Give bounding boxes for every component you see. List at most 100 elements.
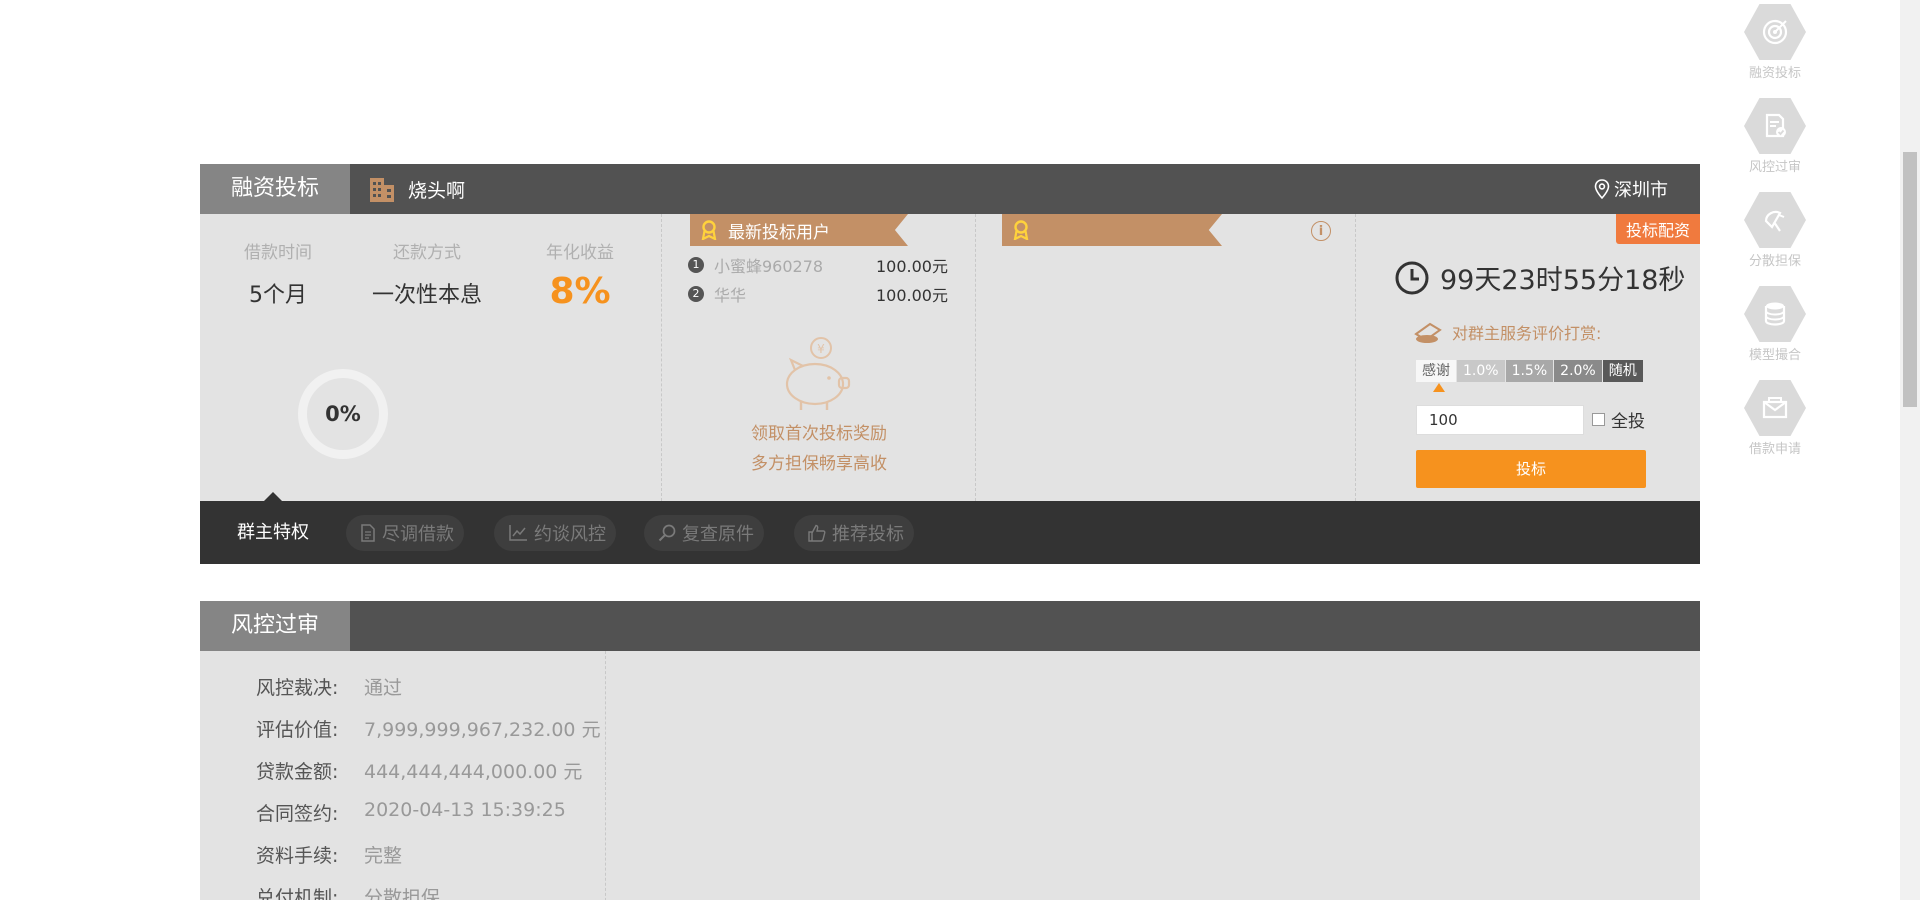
reward-line-2: 多方担保畅享高收 — [751, 454, 887, 474]
detail-key: 合同签约: — [256, 803, 339, 825]
latest-bidders: 最新投标用户 1 小蜜蜂960278 100.00元 2 华华 100.00元 — [662, 214, 976, 501]
detail-value: 完整 — [364, 845, 403, 867]
section-title: 融资投标 — [200, 164, 350, 214]
detail-value: 2020-04-13 15:39:25 — [364, 799, 566, 821]
active-tab-pointer — [264, 492, 282, 501]
reward-line-1: 领取首次投标奖励 — [751, 424, 887, 444]
map-pin-icon — [1594, 179, 1610, 199]
tab-risk-interview[interactable]: 约谈风控 — [494, 515, 616, 551]
side-nav-label: 融资投标 — [1748, 66, 1801, 81]
page: 融资投标 烧头啊 深圳市 借款时间 5个月 还款方式 一次性本息 年化收益 8%… — [0, 0, 1920, 900]
all-in-label: 全投 — [1611, 412, 1645, 432]
latest-bidders-ribbon: 最新投标用户 — [690, 214, 908, 246]
rating-options: 感谢 1.0% 1.5% 2.0% 随机 — [1416, 360, 1644, 382]
detail-key: 风控裁决: — [256, 677, 339, 699]
rating-title: 对群主服务评价打赏: — [1414, 320, 1601, 344]
reward-text: 领取首次投标奖励 多方担保畅享高收 — [662, 419, 976, 479]
bidding-body: 借款时间 5个月 还款方式 一次性本息 年化收益 8% 0% 最新投标用户 1 … — [200, 214, 1700, 501]
scrollbar-thumb[interactable] — [1903, 152, 1917, 407]
detail-row: 资料手续: 完整 — [256, 841, 402, 868]
detail-row: 评估价值: 7,999,999,967,232.00 元 — [256, 715, 601, 742]
amount-input[interactable] — [1416, 405, 1584, 435]
bid-amount: 100.00元 — [876, 285, 948, 305]
rating-option-1[interactable]: 1.0% — [1457, 360, 1505, 382]
tab-bar: 群主特权 尽调借款 约谈风控 复查原件 推荐投标 — [200, 492, 1700, 564]
bid-amount: 100.00元 — [876, 256, 948, 276]
annual-yield-label: 年化收益 — [546, 243, 614, 263]
building-icon — [370, 178, 394, 202]
tab-label: 推荐投标 — [832, 524, 904, 545]
rating-option-1-5[interactable]: 1.5% — [1505, 360, 1554, 382]
repay-method-value: 一次性本息 — [371, 283, 482, 308]
clock-icon — [1395, 261, 1429, 294]
latest-bidders-title: 最新投标用户 — [728, 222, 830, 243]
page-scrollbar[interactable] — [1900, 0, 1920, 900]
detail-row: 兑付机制: 分散担保 — [256, 883, 440, 900]
medal-icon — [701, 220, 717, 240]
tab-review-originals[interactable]: 复查原件 — [644, 515, 764, 551]
risk-review-header: 风控过审 — [200, 601, 1700, 651]
detail-value: 7,999,999,967,232.00 元 — [364, 719, 601, 741]
bidder-list: 1 小蜜蜂960278 100.00元 2 华华 100.00元 — [688, 250, 948, 308]
bidding-panel: 融资投标 烧头啊 深圳市 借款时间 5个月 还款方式 一次性本息 年化收益 8%… — [200, 164, 1700, 564]
umbrella-icon — [1744, 192, 1806, 248]
risk-review-panel: 风控过审 风控裁决: 通过 评估价值: 7,999,999,967,232.00… — [200, 601, 1700, 900]
bidder-name: 小蜜蜂960278 — [714, 256, 824, 276]
annual-yield-value: 8% — [549, 271, 611, 312]
repay-method: 还款方式 一次性本息 — [362, 238, 492, 309]
loan-summary: 借款时间 5个月 还款方式 一次性本息 年化收益 8% 0% — [200, 214, 662, 501]
tab-recommend-bid[interactable]: 推荐投标 — [794, 515, 914, 551]
list-item: 2 华华 100.00元 — [688, 279, 948, 308]
info-icon[interactable]: i — [1311, 221, 1331, 241]
thumbs-up-icon — [808, 524, 826, 542]
detail-key: 贷款金额: — [256, 761, 339, 783]
medal-icon — [1013, 220, 1029, 240]
side-nav-label: 分散担保 — [1748, 254, 1801, 269]
svg-text:¥: ¥ — [817, 342, 825, 356]
loan-term-value: 5个月 — [249, 283, 307, 308]
company-info[interactable]: 烧头啊 — [368, 164, 465, 214]
rating-option-2[interactable]: 2.0% — [1554, 360, 1602, 382]
rating-option-thanks[interactable]: 感谢 — [1416, 360, 1456, 382]
risk-review-body: 风控裁决: 通过 评估价值: 7,999,999,967,232.00 元 贷款… — [200, 651, 1700, 900]
rating-title-text: 对群主服务评价打赏: — [1452, 324, 1602, 343]
detail-value: 通过 — [364, 677, 403, 699]
detail-row: 合同签约: 2020-04-13 15:39:25 — [256, 799, 566, 826]
rating-option-random[interactable]: 随机 — [1602, 360, 1643, 382]
loan-term: 借款时间 5个月 — [228, 238, 328, 309]
all-in-checkbox[interactable]: 全投 — [1592, 407, 1645, 432]
target-icon — [1744, 4, 1806, 60]
audit-icon — [1744, 98, 1806, 154]
guarantor-ribbon — [1002, 214, 1222, 246]
coin-stack-icon — [1414, 322, 1442, 343]
tab-due-diligence[interactable]: 尽调借款 — [346, 515, 464, 551]
search-icon — [658, 524, 676, 542]
invest-button[interactable]: 投标 — [1416, 450, 1646, 488]
company-name: 烧头啊 — [408, 179, 466, 202]
loan-term-label: 借款时间 — [244, 243, 312, 263]
invest-column: 投标配资 99天23时55分18秒 对群主服务评价打赏: 感谢 1.0% 1.5… — [1356, 214, 1700, 501]
location: 深圳市 — [1594, 164, 1668, 214]
detail-key: 兑付机制: — [256, 887, 339, 900]
bidder-name: 华华 — [714, 285, 747, 305]
annual-yield: 年化收益 8% — [530, 238, 630, 312]
side-nav-risk-review[interactable]: 风控过审 — [1740, 98, 1810, 175]
detail-value: 分散担保 — [364, 887, 441, 900]
detail-key: 评估价值: — [256, 719, 339, 741]
side-nav-label: 模型撮合 — [1748, 348, 1801, 363]
side-nav-label: 借款申请 — [1748, 442, 1801, 457]
detail-row: 贷款金额: 444,444,444,000.00 元 — [256, 757, 582, 784]
side-nav-model-matching[interactable]: 模型撮合 — [1740, 286, 1810, 363]
side-nav-loan-apply[interactable]: 借款申请 — [1740, 380, 1810, 457]
list-item: 1 小蜜蜂960278 100.00元 — [688, 250, 948, 279]
side-nav-bidding[interactable]: 融资投标 — [1740, 4, 1810, 81]
chart-icon — [509, 525, 527, 541]
side-nav-label: 风控过审 — [1748, 160, 1801, 175]
tab-owner-privilege[interactable]: 群主特权 — [237, 501, 309, 564]
checkbox-box[interactable] — [1592, 413, 1605, 426]
envelope-icon — [1744, 380, 1806, 436]
tab-label: 复查原件 — [682, 524, 754, 545]
countdown: 99天23时55分18秒 — [1394, 258, 1685, 297]
side-nav-guarantee[interactable]: 分散担保 — [1740, 192, 1810, 269]
detail-key: 资料手续: — [256, 845, 339, 867]
